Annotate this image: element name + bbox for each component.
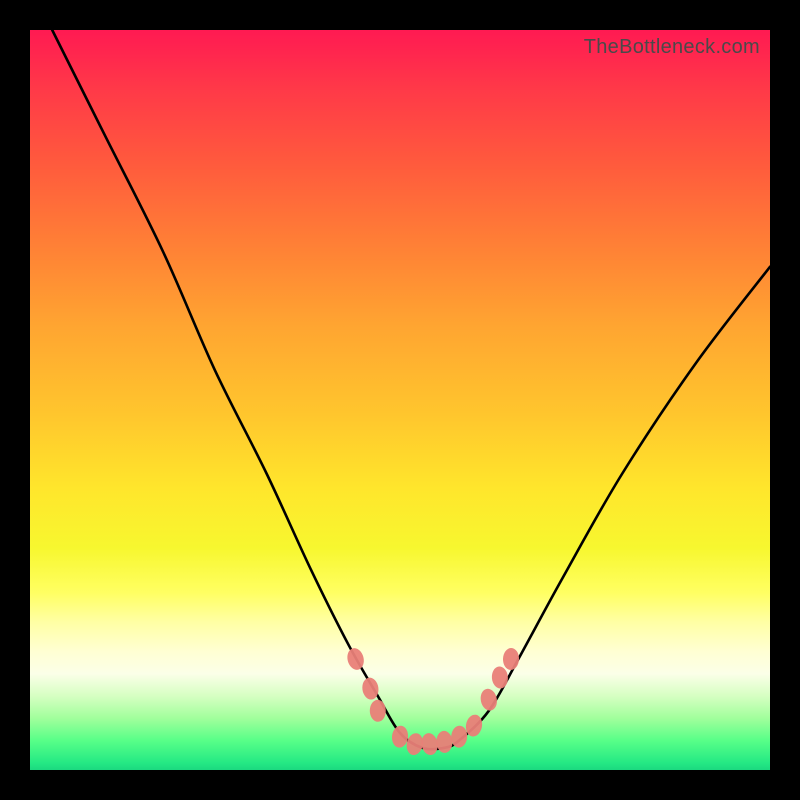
chart-frame: TheBottleneck.com bbox=[0, 0, 800, 800]
bottleneck-curve-svg bbox=[30, 30, 770, 770]
curve-markers bbox=[345, 646, 519, 756]
bottleneck-curve bbox=[52, 30, 770, 749]
curve-marker bbox=[370, 700, 386, 722]
curve-marker bbox=[503, 648, 520, 671]
curve-marker bbox=[345, 646, 366, 671]
curve-marker bbox=[420, 732, 440, 756]
curve-marker bbox=[479, 687, 499, 712]
plot-area: TheBottleneck.com bbox=[30, 30, 770, 770]
curve-marker bbox=[491, 666, 509, 689]
curve-marker bbox=[391, 725, 409, 749]
